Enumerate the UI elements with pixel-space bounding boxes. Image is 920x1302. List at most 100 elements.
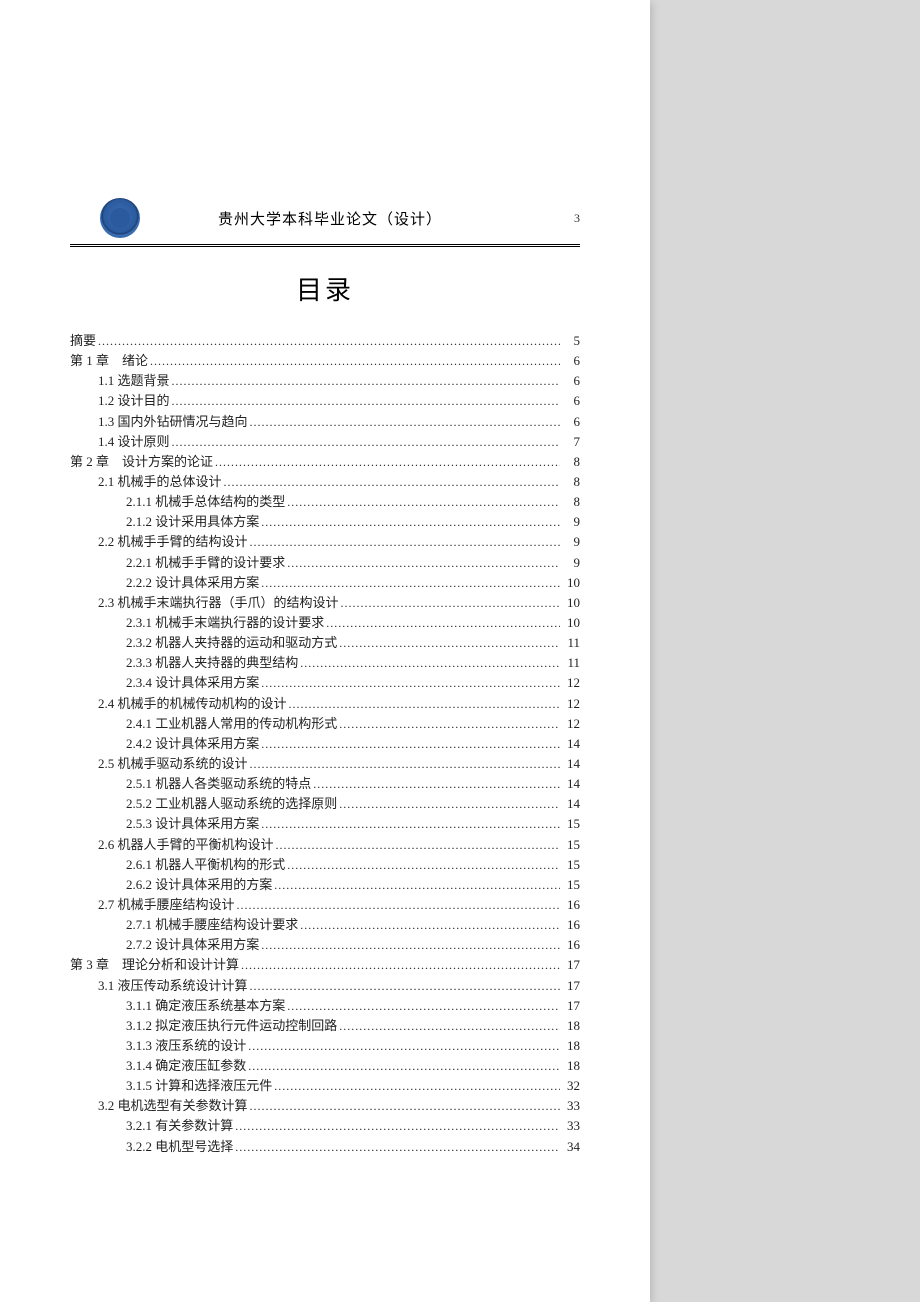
toc-leader-dots — [300, 915, 560, 935]
toc-entry: 3.1.4 确定液压缸参数18 — [126, 1056, 580, 1076]
toc-leader-dots — [339, 1016, 560, 1036]
toc-entry-page: 12 — [562, 714, 580, 734]
toc-entry-page: 15 — [562, 814, 580, 834]
toc-entry-page: 8 — [562, 492, 580, 512]
toc-entry: 3.1.1 确定液压系统基本方案 17 — [126, 996, 580, 1016]
toc-entry: 3.1 液压传动系统设计计算17 — [98, 976, 580, 996]
toc-entry-label: 2.6.2 设计具体采用的方案 — [126, 875, 272, 895]
toc-entry-label: 2.5.2 工业机器人驱动系统的选择原则 — [126, 794, 337, 814]
toc-entry-label: 2.3.2 机器人夹持器的运动和驱动方式 — [126, 633, 337, 653]
toc-entry: 2.3.3 机器人夹持器的典型结构11 — [126, 653, 580, 673]
toc-entry-label: 3.2.2 电机型号选择 — [126, 1137, 233, 1157]
toc-entry: 2.5.1 机器人各类驱动系统的特点14 — [126, 774, 580, 794]
toc-leader-dots — [326, 613, 560, 633]
toc-leader-dots — [289, 694, 560, 714]
toc-leader-dots — [224, 472, 560, 492]
toc-entry: 2.3.4 设计具体采用方案12 — [126, 673, 580, 693]
toc-entry-page: 10 — [562, 573, 580, 593]
toc-entry-label: 3.1.1 确定液压系统基本方案 — [126, 996, 285, 1016]
toc-entry: 2.6 机器人手臂的平衡机构设计15 — [98, 835, 580, 855]
toc-entry-label: 第 3 章 理论分析和设计计算 — [70, 955, 239, 975]
toc-entry-label: 2.7 机械手腰座结构设计 — [98, 895, 235, 915]
toc-leader-dots — [248, 1056, 560, 1076]
toc-entry-label: 1.1 选题背景 — [98, 371, 170, 391]
toc-entry: 1.3 国内外钻研情况与趋向 6 — [98, 412, 580, 432]
toc-entry-label: 3.1.3 液压系统的设计 — [126, 1036, 246, 1056]
table-of-contents: 摘要5第 1 章 绪论61.1 选题背景61.2 设计目的61.3 国内外钻研情… — [70, 331, 580, 1157]
toc-leader-dots — [150, 351, 560, 371]
toc-entry-label: 2.7.2 设计具体采用方案 — [126, 935, 259, 955]
university-logo-icon — [100, 198, 140, 238]
toc-entry-label: 2.5.3 设计具体采用方案 — [126, 814, 259, 834]
toc-entry-label: 2.1.1 机械手总体结构的类型 — [126, 492, 285, 512]
toc-leader-dots — [235, 1116, 560, 1136]
toc-entry: 2.2 机械手手臂的结构设计9 — [98, 532, 580, 552]
toc-entry: 2.4 机械手的机械传动机构的设计 12 — [98, 694, 580, 714]
toc-entry-page: 6 — [562, 412, 580, 432]
page-header: 贵州大学本科毕业论文（设计） 3 — [100, 198, 580, 238]
toc-leader-dots — [172, 432, 560, 452]
toc-entry-page: 14 — [562, 734, 580, 754]
toc-entry-page: 8 — [562, 452, 580, 472]
toc-entry: 2.6.1 机器人平衡机构的形式15 — [126, 855, 580, 875]
toc-leader-dots — [276, 835, 560, 855]
toc-entry: 2.5 机械手驱动系统的设计14 — [98, 754, 580, 774]
toc-entry-page: 10 — [562, 593, 580, 613]
toc-entry: 2.3.2 机器人夹持器的运动和驱动方式11 — [126, 633, 580, 653]
toc-entry-page: 9 — [562, 512, 580, 532]
toc-entry-label: 3.2 电机选型有关参数计算 — [98, 1096, 248, 1116]
toc-entry-label: 3.1.2 拟定液压执行元件运动控制回路 — [126, 1016, 337, 1036]
toc-entry-page: 12 — [562, 694, 580, 714]
toc-entry-label: 3.1.4 确定液压缸参数 — [126, 1056, 246, 1076]
toc-entry-label: 2.4 机械手的机械传动机构的设计 — [98, 694, 287, 714]
toc-leader-dots — [261, 935, 560, 955]
toc-entry: 2.3.1 机械手末端执行器的设计要求10 — [126, 613, 580, 633]
toc-entry-label: 1.3 国内外钻研情况与趋向 — [98, 412, 248, 432]
toc-leader-dots — [261, 573, 560, 593]
toc-entry-page: 10 — [562, 613, 580, 633]
toc-leader-dots — [250, 532, 560, 552]
toc-entry-page: 16 — [562, 915, 580, 935]
toc-entry: 3.2.1 有关参数计算33 — [126, 1116, 580, 1136]
toc-leader-dots — [241, 955, 560, 975]
toc-entry-page: 32 — [562, 1076, 580, 1096]
toc-entry: 2.7.1 机械手腰座结构设计要求 16 — [126, 915, 580, 935]
toc-entry: 2.2.1 机械手手臂的设计要求9 — [126, 553, 580, 573]
toc-entry-page: 16 — [562, 935, 580, 955]
toc-entry-label: 摘要 — [70, 331, 96, 351]
toc-leader-dots — [339, 714, 560, 734]
toc-entry: 2.3 机械手末端执行器（手爪）的结构设计10 — [98, 593, 580, 613]
toc-leader-dots — [261, 734, 560, 754]
toc-entry-page: 15 — [562, 855, 580, 875]
toc-leader-dots — [215, 452, 560, 472]
toc-entry-label: 2.5 机械手驱动系统的设计 — [98, 754, 248, 774]
toc-leader-dots — [287, 855, 560, 875]
toc-leader-dots — [172, 371, 560, 391]
toc-entry: 第 3 章 理论分析和设计计算 17 — [70, 955, 580, 975]
toc-entry-page: 15 — [562, 875, 580, 895]
toc-entry-label: 2.7.1 机械手腰座结构设计要求 — [126, 915, 298, 935]
toc-leader-dots — [287, 553, 560, 573]
toc-entry-page: 6 — [562, 371, 580, 391]
toc-entry: 2.4.1 工业机器人常用的传动机构形式12 — [126, 714, 580, 734]
toc-entry-page: 16 — [562, 895, 580, 915]
toc-entry: 3.2 电机选型有关参数计算33 — [98, 1096, 580, 1116]
toc-entry: 2.7 机械手腰座结构设计 16 — [98, 895, 580, 915]
toc-entry-label: 2.1.2 设计采用具体方案 — [126, 512, 259, 532]
toc-entry: 3.1.3 液压系统的设计18 — [126, 1036, 580, 1056]
toc-leader-dots — [274, 875, 560, 895]
toc-entry: 2.1.1 机械手总体结构的类型 8 — [126, 492, 580, 512]
toc-entry-page: 12 — [562, 673, 580, 693]
toc-entry-page: 17 — [562, 955, 580, 975]
toc-entry-page: 17 — [562, 996, 580, 1016]
toc-entry: 1.4 设计原则7 — [98, 432, 580, 452]
toc-entry-label: 2.5.1 机器人各类驱动系统的特点 — [126, 774, 311, 794]
toc-entry: 2.5.3 设计具体采用方案 15 — [126, 814, 580, 834]
toc-entry-page: 34 — [562, 1137, 580, 1157]
side-gray-strip — [650, 0, 920, 1302]
toc-entry: 第 1 章 绪论6 — [70, 351, 580, 371]
toc-entry-page: 17 — [562, 976, 580, 996]
toc-entry-page: 6 — [562, 391, 580, 411]
header-title: 贵州大学本科毕业论文（设计） — [100, 208, 560, 229]
toc-entry-page: 8 — [562, 472, 580, 492]
